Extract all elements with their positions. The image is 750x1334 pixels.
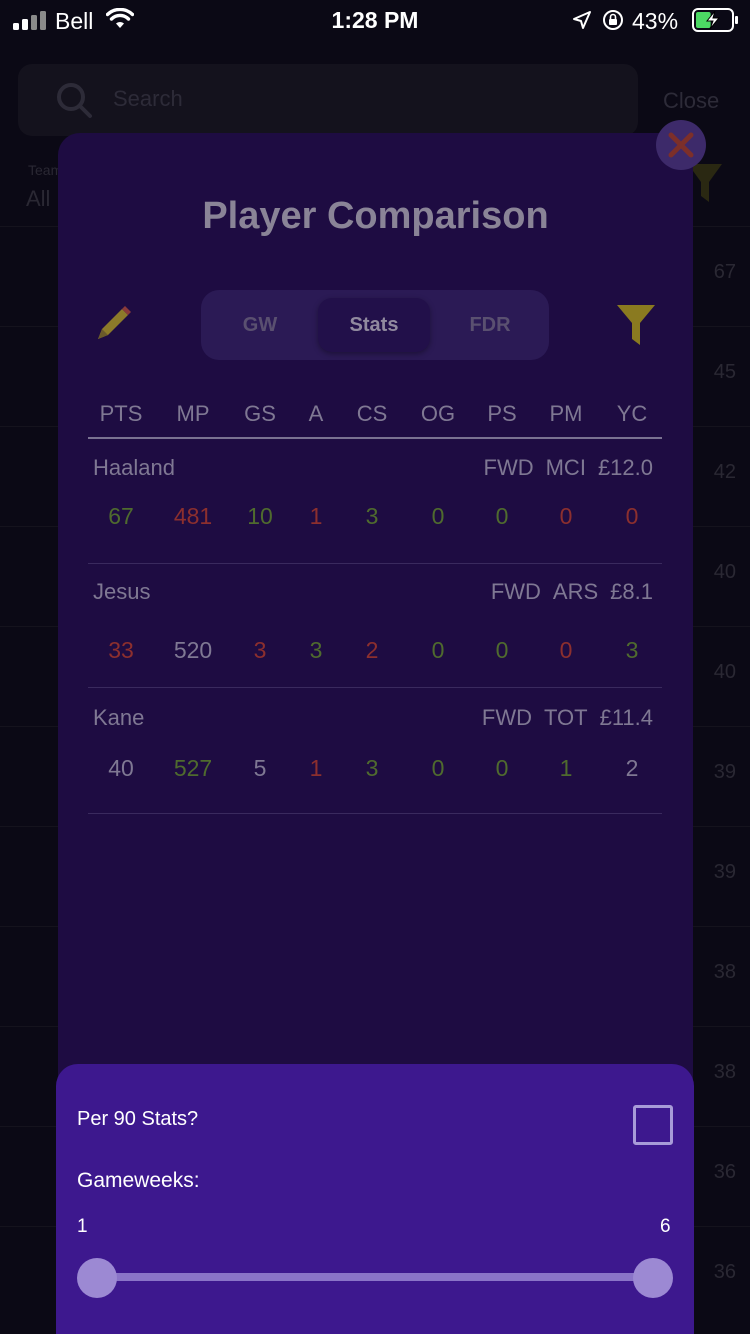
- stat-yc: 0: [625, 503, 639, 529]
- player-meta: FWD TOT £11.4: [470, 705, 653, 731]
- background-row-points: 38: [713, 961, 736, 983]
- stat-ps: 0: [495, 755, 509, 781]
- per90-label: Per 90 Stats?: [77, 1108, 199, 1130]
- filter-sheet: Per 90 Stats? Gameweeks: 1 6: [56, 1064, 694, 1334]
- tab-gw[interactable]: GW: [204, 298, 316, 352]
- status-bar: Bell 1:28 PM 43%: [0, 0, 750, 40]
- stat-pts: 33: [108, 637, 134, 663]
- column-header-yc[interactable]: YC: [602, 401, 662, 427]
- background-team-value: All: [26, 186, 51, 211]
- background-row-points: 39: [713, 861, 736, 883]
- stat-og: 0: [431, 755, 445, 781]
- background-row-points: 40: [713, 661, 736, 683]
- player-name[interactable]: Kane: [93, 705, 144, 731]
- background-row-points: 36: [713, 1261, 736, 1283]
- stat-og: 0: [431, 503, 445, 529]
- stat-a: 1: [309, 503, 323, 529]
- column-header-cs[interactable]: CS: [342, 401, 402, 427]
- stat-mp: 520: [173, 637, 213, 663]
- column-header-pts[interactable]: PTS: [91, 401, 151, 427]
- stat-mp: 481: [173, 503, 213, 529]
- pencil-icon[interactable]: [94, 303, 134, 343]
- filter-icon[interactable]: [616, 303, 656, 347]
- stat-cs: 3: [365, 755, 379, 781]
- column-header-og[interactable]: OG: [408, 401, 468, 427]
- player-team: TOT: [543, 705, 588, 730]
- background-row-points: 40: [713, 561, 736, 583]
- stat-pts: 67: [108, 503, 134, 529]
- background-row-points: 42: [713, 461, 736, 483]
- player-team: ARS: [552, 579, 599, 604]
- column-header-ps[interactable]: PS: [472, 401, 532, 427]
- stat-gs: 10: [247, 503, 273, 529]
- background-row-points: 45: [713, 361, 736, 383]
- stat-mp: 527: [173, 755, 213, 781]
- background-search-bar: Search: [18, 64, 638, 136]
- tab-stats[interactable]: Stats: [318, 298, 430, 352]
- background-filter-icon: [688, 164, 722, 202]
- player-meta: FWD MCI £12.0: [472, 455, 653, 481]
- player-team: MCI: [545, 455, 586, 480]
- stat-cs: 2: [365, 637, 379, 663]
- background-row-points: 36: [713, 1161, 736, 1183]
- header-divider: [88, 437, 662, 439]
- gameweek-range-slider[interactable]: [96, 1273, 654, 1281]
- player-meta: FWD ARS £8.1: [479, 579, 653, 605]
- stat-pm: 0: [559, 503, 573, 529]
- battery-percent: 43%: [632, 8, 679, 34]
- location-icon: [573, 11, 591, 29]
- stat-a: 1: [309, 755, 323, 781]
- player-price: £11.4: [599, 705, 653, 730]
- view-tab-selector: GW Stats FDR: [201, 290, 549, 360]
- stat-ps: 0: [495, 503, 509, 529]
- close-icon: [668, 132, 694, 158]
- stat-a: 3: [309, 637, 323, 663]
- modal-title: Player Comparison: [202, 195, 549, 237]
- stat-yc: 2: [625, 755, 639, 781]
- tab-fdr[interactable]: FDR: [434, 298, 546, 352]
- column-header-a[interactable]: A: [286, 401, 346, 427]
- player-price: £8.1: [610, 579, 653, 604]
- battery-charging-icon: [692, 8, 738, 32]
- gameweeks-label: Gameweeks:: [77, 1169, 200, 1192]
- column-header-mp[interactable]: MP: [163, 401, 223, 427]
- background-row-points: 67: [713, 261, 736, 283]
- slider-thumb-min[interactable]: [77, 1258, 117, 1298]
- stat-pm: 0: [559, 637, 573, 663]
- column-header-gs[interactable]: GS: [230, 401, 290, 427]
- stat-cs: 3: [365, 503, 379, 529]
- player-name[interactable]: Haaland: [93, 455, 175, 481]
- row-divider: [88, 813, 662, 814]
- stat-og: 0: [431, 637, 445, 663]
- player-position: FWD: [481, 705, 532, 730]
- stat-yc: 3: [625, 637, 639, 663]
- row-divider: [88, 563, 662, 564]
- stat-pts: 40: [108, 755, 134, 781]
- player-position: FWD: [490, 579, 541, 604]
- stat-pm: 1: [559, 755, 573, 781]
- player-name[interactable]: Jesus: [93, 579, 150, 605]
- search-icon: [57, 83, 92, 118]
- background-row-points: 38: [713, 1061, 736, 1083]
- column-header-pm[interactable]: PM: [536, 401, 596, 427]
- background-search-placeholder: Search: [113, 86, 183, 111]
- gameweek-range-max: 6: [660, 1216, 671, 1237]
- orientation-lock-icon: [603, 10, 623, 30]
- gameweek-range-min: 1: [77, 1216, 88, 1237]
- row-divider: [88, 687, 662, 688]
- per90-checkbox[interactable]: [633, 1105, 673, 1145]
- player-position: FWD: [483, 455, 534, 480]
- close-modal-button[interactable]: [656, 120, 706, 170]
- background-close-button: Close: [663, 88, 720, 113]
- stat-ps: 0: [495, 637, 509, 663]
- background-row-points: 39: [713, 761, 736, 783]
- stat-gs: 5: [253, 755, 267, 781]
- player-price: £12.0: [597, 455, 653, 480]
- slider-thumb-max[interactable]: [633, 1258, 673, 1298]
- stat-gs: 3: [253, 637, 267, 663]
